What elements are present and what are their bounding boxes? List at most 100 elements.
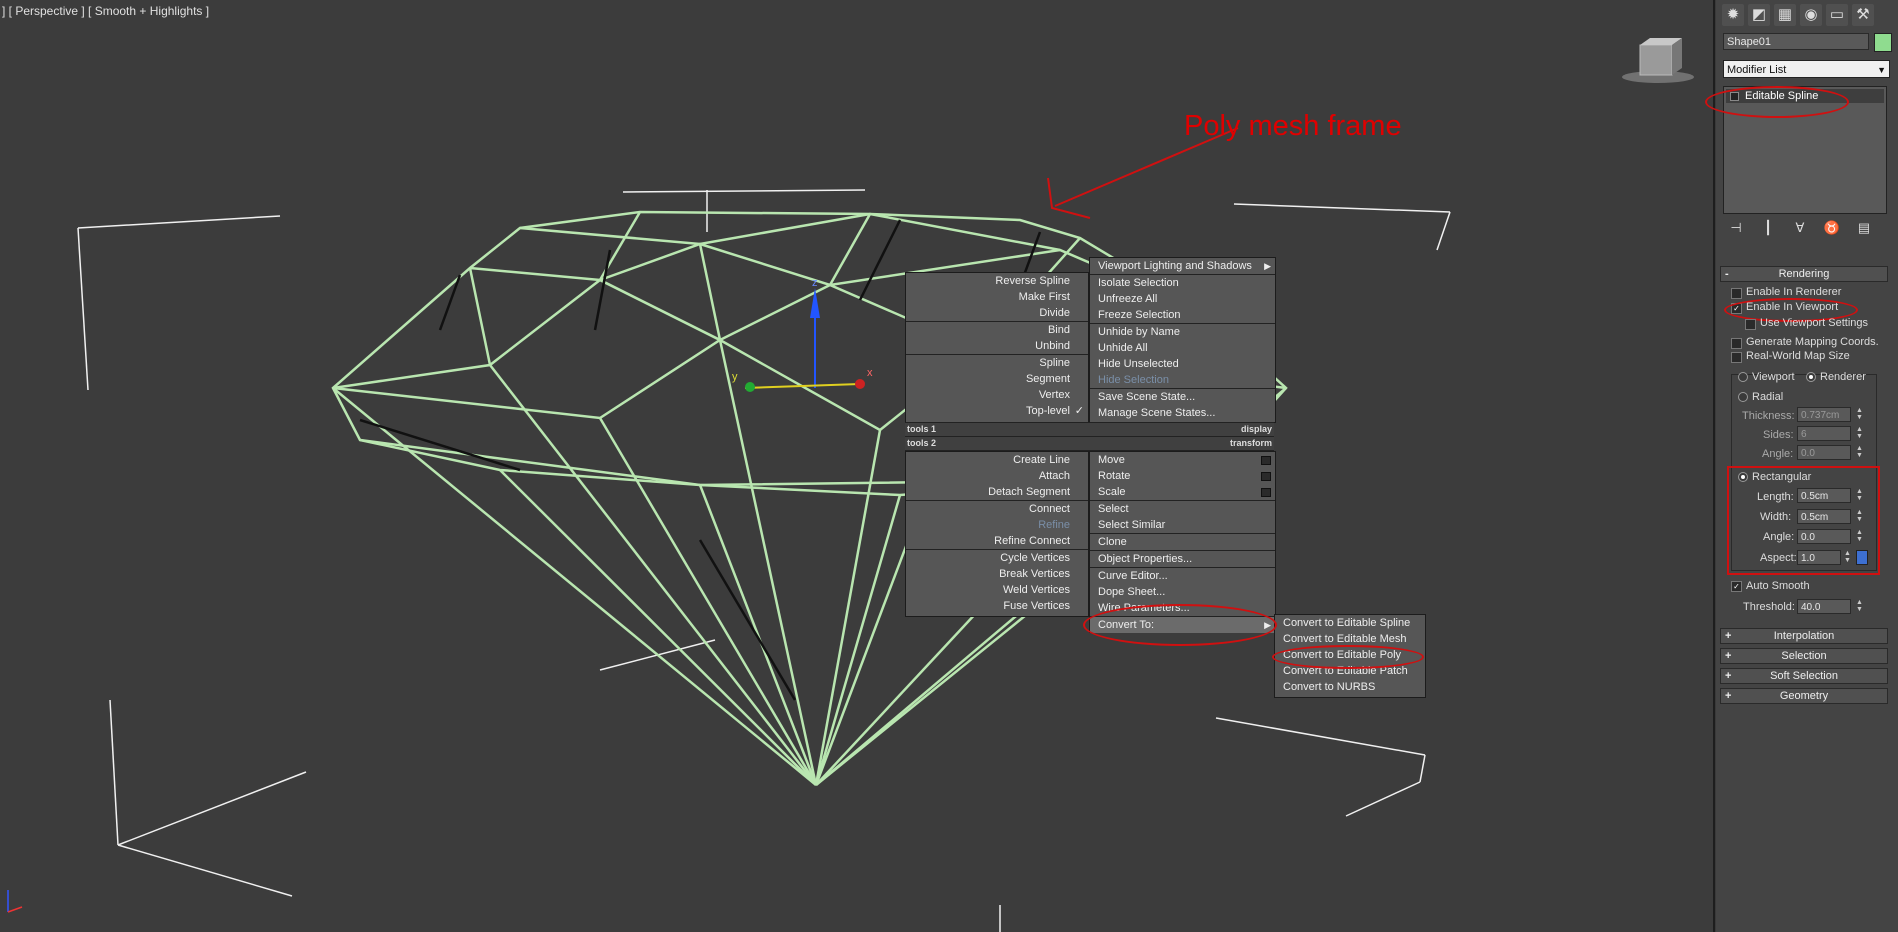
menu-item-create-line[interactable]: Create Line — [906, 452, 1088, 468]
use-viewport-settings-label: Use Viewport Settings — [1760, 317, 1869, 329]
lock-aspect-icon[interactable] — [1856, 550, 1868, 565]
length-spinner[interactable]: 0.5cm — [1797, 488, 1851, 503]
angle2-spinner[interactable]: 0.0 — [1797, 529, 1851, 544]
menu-item-manage-scene-states[interactable]: Manage Scene States... — [1090, 405, 1275, 421]
angle-spinner[interactable]: 0.0 — [1797, 445, 1851, 460]
menu-item-hide-unselected[interactable]: Hide Unselected — [1090, 356, 1275, 372]
options-box-icon[interactable] — [1261, 472, 1271, 481]
enable-in-renderer-checkbox[interactable] — [1731, 288, 1742, 299]
geometry-rollout[interactable]: + Geometry — [1720, 688, 1888, 704]
remove-modifier-icon[interactable]: ♉ — [1822, 219, 1842, 237]
perspective-viewport[interactable]: x y z ] [ Perspective ] [ Smooth + Highl… — [0, 0, 1713, 932]
menu-item-move[interactable]: Move — [1090, 452, 1275, 468]
menu-item-detach-segment[interactable]: Detach Segment — [906, 484, 1088, 500]
pin-stack-icon[interactable]: ⊣ — [1726, 219, 1746, 237]
width-spinner-arrows[interactable]: ▲ ▼ — [1855, 509, 1864, 524]
chevron-down-icon: ▼ — [1877, 65, 1886, 75]
menu-item-hide-selection[interactable]: Hide Selection — [1090, 372, 1275, 388]
soft-selection-rollout[interactable]: + Soft Selection — [1720, 668, 1888, 684]
radial-label: Radial — [1752, 391, 1784, 403]
menu-item-clone[interactable]: Clone — [1090, 533, 1275, 550]
angle-spinner-arrows[interactable]: ▲ ▼ — [1855, 445, 1864, 460]
menu-item-save-scene-state[interactable]: Save Scene State... — [1090, 388, 1275, 405]
menu-item-divide[interactable]: Divide — [906, 305, 1088, 321]
menu-item-dope-sheet[interactable]: Dope Sheet... — [1090, 584, 1275, 600]
aspect-spinner-arrows[interactable]: ▲ ▼ — [1843, 550, 1852, 565]
auto-smooth-checkbox[interactable]: ✓ — [1731, 581, 1742, 592]
menu-item-attach[interactable]: Attach — [906, 468, 1088, 484]
viewcube[interactable] — [1622, 38, 1694, 83]
menu-item-weld-vertices[interactable]: Weld Vertices — [906, 582, 1088, 598]
angle2-spinner-arrows[interactable]: ▲ ▼ — [1855, 529, 1864, 544]
stack-toolbar: ⊣ ┃ ∀ ♉ ▤ — [1726, 219, 1874, 237]
menu-item-unbind[interactable]: Unbind — [906, 338, 1088, 354]
display-tab-icon[interactable]: ▭ — [1826, 4, 1848, 26]
menu-item-vertex[interactable]: Vertex — [906, 387, 1088, 403]
radial-radio[interactable] — [1738, 392, 1748, 402]
menu-item-curve-editor[interactable]: Curve Editor... — [1090, 567, 1275, 584]
threshold-spinner[interactable]: 40.0 — [1797, 599, 1851, 614]
width-spinner[interactable]: 0.5cm — [1797, 509, 1851, 524]
menu-item-scale[interactable]: Scale — [1090, 484, 1275, 500]
options-box-icon[interactable] — [1261, 488, 1271, 497]
menu-item-unhide-by-name[interactable]: Unhide by Name — [1090, 323, 1275, 340]
menu-item-reverse-spline[interactable]: Reverse Spline — [906, 273, 1088, 289]
menu-item-cycle-vertices[interactable]: Cycle Vertices — [906, 549, 1088, 566]
menu-item-bind[interactable]: Bind — [906, 321, 1088, 338]
auto-smooth-label: Auto Smooth — [1746, 580, 1810, 592]
menu-item-isolate-selection[interactable]: Isolate Selection — [1090, 274, 1275, 291]
thickness-spinner[interactable]: 0.737cm — [1797, 407, 1851, 422]
modify-tab-icon[interactable]: ◩ — [1748, 4, 1770, 26]
menu-item-refine-connect[interactable]: Refine Connect — [906, 533, 1088, 549]
motion-tab-icon[interactable]: ◉ — [1800, 4, 1822, 26]
object-color-swatch[interactable] — [1874, 33, 1892, 52]
menu-item-connect[interactable]: Connect — [906, 500, 1088, 517]
viewport-radio[interactable] — [1738, 372, 1748, 382]
threshold-spinner-arrows[interactable]: ▲ ▼ — [1855, 599, 1864, 614]
sides-spinner[interactable]: 6 — [1797, 426, 1851, 441]
length-spinner-arrows[interactable]: ▲ ▼ — [1855, 488, 1864, 503]
object-name-field[interactable]: Shape01 — [1723, 33, 1869, 50]
menu-item-top-level[interactable]: Top-level ✓ — [906, 403, 1088, 419]
selection-rollout[interactable]: + Selection — [1720, 648, 1888, 664]
menu-item-fuse-vertices[interactable]: Fuse Vertices — [906, 598, 1088, 614]
rectangular-radio[interactable] — [1738, 472, 1748, 482]
menu-item-freeze-selection[interactable]: Freeze Selection — [1090, 307, 1275, 323]
options-box-icon[interactable] — [1261, 456, 1271, 465]
sides-spinner-arrows[interactable]: ▲ ▼ — [1855, 426, 1864, 441]
world-axis-icon — [7, 890, 23, 913]
real-world-map-checkbox[interactable] — [1731, 352, 1742, 363]
modifier-list-dropdown[interactable]: Modifier List ▼ — [1723, 60, 1890, 78]
menu-item-convert-to-nurbs[interactable]: Convert to NURBS — [1275, 679, 1425, 695]
use-viewport-settings-checkbox[interactable] — [1745, 319, 1756, 330]
menu-item-viewport-lighting-and-shadows[interactable]: Viewport Lighting and Shadows ▶ — [1090, 258, 1275, 274]
viewport-radio-label: Viewport — [1752, 371, 1795, 383]
menu-item-spline[interactable]: Spline — [906, 354, 1088, 371]
menu-item-select-similar[interactable]: Select Similar — [1090, 517, 1275, 533]
menu-item-unhide-all[interactable]: Unhide All — [1090, 340, 1275, 356]
menu-item-segment[interactable]: Segment — [906, 371, 1088, 387]
configure-sets-icon[interactable]: ▤ — [1854, 219, 1874, 237]
menu-item-refine[interactable]: Refine — [906, 517, 1088, 533]
create-tab-icon[interactable]: ✹ — [1722, 4, 1744, 26]
generate-mapping-checkbox[interactable] — [1731, 338, 1742, 349]
viewport-label[interactable]: ] [ Perspective ] [ Smooth + Highlights … — [2, 4, 209, 18]
aspect-spinner[interactable]: 1.0 — [1797, 550, 1841, 565]
menu-item-object-properties[interactable]: Object Properties... — [1090, 550, 1275, 567]
show-end-result-icon[interactable]: ┃ — [1758, 219, 1778, 237]
hierarchy-tab-icon[interactable]: ▦ — [1774, 4, 1796, 26]
rendering-rollout-title[interactable]: - Rendering — [1720, 266, 1888, 282]
command-panel-tabs: ✹ ◩ ▦ ◉ ▭ ⚒ — [1722, 4, 1874, 26]
thickness-spinner-arrows[interactable]: ▲ ▼ — [1855, 407, 1864, 422]
menu-item-convert-to-editable-spline[interactable]: Convert to Editable Spline — [1275, 615, 1425, 631]
interpolation-rollout[interactable]: + Interpolation — [1720, 628, 1888, 644]
renderer-radio[interactable] — [1806, 372, 1816, 382]
make-unique-icon[interactable]: ∀ — [1790, 219, 1810, 237]
menu-item-select[interactable]: Select — [1090, 500, 1275, 517]
menu-item-make-first[interactable]: Make First — [906, 289, 1088, 305]
menu-item-break-vertices[interactable]: Break Vertices — [906, 566, 1088, 582]
sides-label: Sides: — [1763, 429, 1794, 441]
menu-item-unfreeze-all[interactable]: Unfreeze All — [1090, 291, 1275, 307]
utilities-tab-icon[interactable]: ⚒ — [1852, 4, 1874, 26]
menu-item-rotate[interactable]: Rotate — [1090, 468, 1275, 484]
